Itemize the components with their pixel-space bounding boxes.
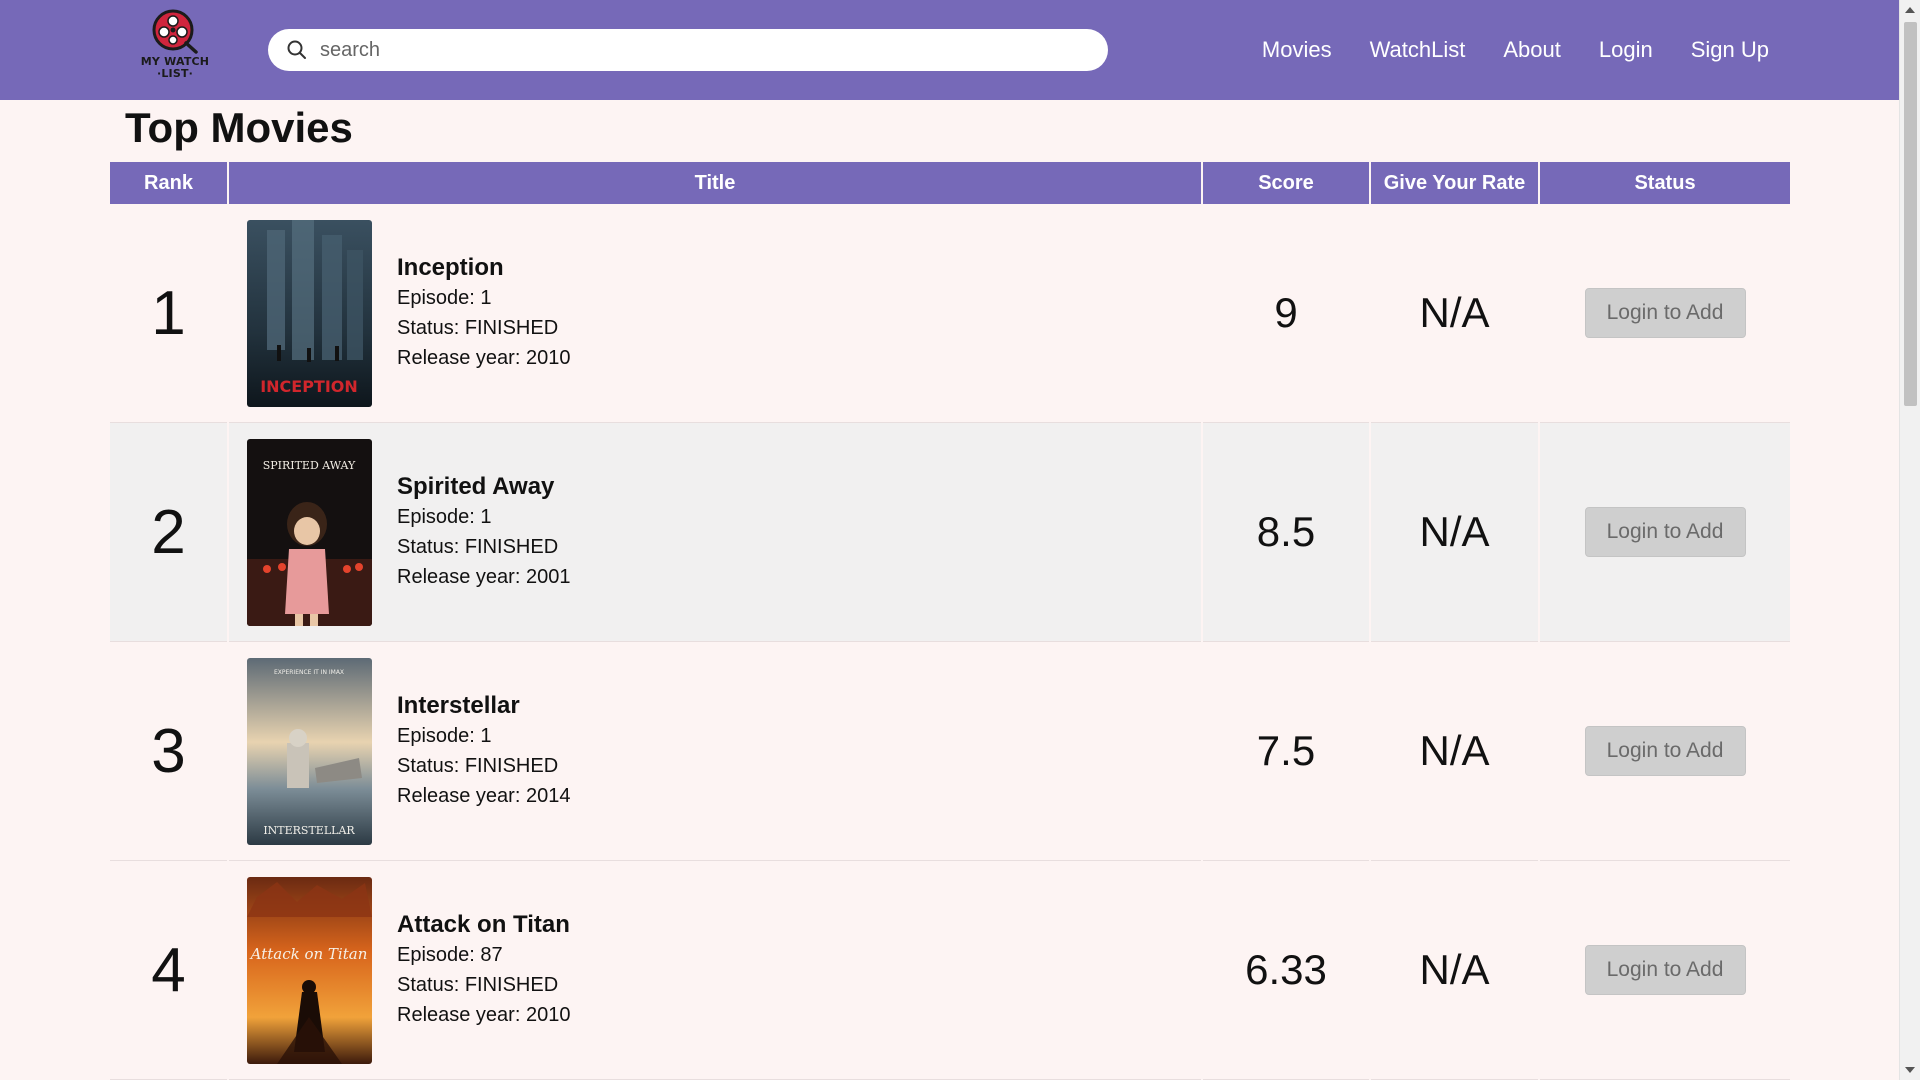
login-to-add-button[interactable]: Login to Add (1584, 726, 1746, 776)
login-to-add-button[interactable]: Login to Add (1584, 288, 1746, 338)
movie-title[interactable]: Attack on Titan (397, 910, 570, 940)
movie-release-year: Release year: 2010 (397, 347, 571, 369)
column-header-rate[interactable]: Give Your Rate (1371, 162, 1538, 204)
movie-episode: Episode: 1 (397, 287, 492, 309)
nav-signup[interactable]: Sign Up (1691, 37, 1769, 63)
movie-release-year: Release year: 2010 (397, 1004, 571, 1026)
rate-cell: N/A (1371, 861, 1538, 1080)
movie-status: Status: FINISHED (397, 974, 559, 996)
nav-login[interactable]: Login (1599, 37, 1653, 63)
nav-about[interactable]: About (1503, 37, 1561, 63)
svg-text:INTERSTELLAR: INTERSTELLAR (263, 824, 355, 837)
rank-cell: 1 (110, 204, 227, 423)
svg-text:INCEPTION: INCEPTION (260, 377, 358, 396)
movie-episode: Episode: 1 (397, 506, 492, 528)
rate-cell: N/A (1371, 642, 1538, 861)
top-navbar: MY WATCH ·LIST· Movies WatchList About L… (0, 0, 1899, 100)
rank-cell: 3 (110, 642, 227, 861)
svg-text:Attack on Titan: Attack on Titan (249, 945, 368, 963)
score-cell: 8.5 (1203, 423, 1369, 642)
status-cell: Login to Add (1540, 423, 1790, 642)
table-row: 2 SPIRITED AWAY Spirited Away Episode: 1… (110, 423, 1790, 642)
rate-cell: N/A (1371, 423, 1538, 642)
rank-cell: 4 (110, 861, 227, 1080)
table-row: 4 Attack on Titan Attack on Titan Episod… (110, 861, 1790, 1080)
logo-text-line2: ·LIST· (156, 67, 194, 80)
movie-release-year: Release year: 2001 (397, 566, 571, 588)
movie-status: Status: FINISHED (397, 755, 559, 777)
status-cell: Login to Add (1540, 204, 1790, 423)
table-row: 1 INCEPTION Inception Episode: 1 Status:… (110, 204, 1790, 423)
status-cell: Login to Add (1540, 642, 1790, 861)
scroll-down-arrow-icon[interactable] (1905, 1067, 1915, 1073)
title-cell: EXPERIENCE IT IN IMAX INTERSTELLAR Inter… (229, 642, 1201, 861)
movie-episode: Episode: 1 (397, 725, 492, 747)
movie-info: Spirited Away Episode: 1 Status: FINISHE… (397, 472, 570, 592)
page-title: Top Movies (125, 104, 353, 151)
column-header-score[interactable]: Score (1203, 162, 1369, 204)
page-scrollbar[interactable] (1899, 0, 1920, 1080)
search-icon (286, 39, 308, 61)
site-logo[interactable]: MY WATCH ·LIST· (132, 8, 218, 84)
score-cell: 6.33 (1203, 861, 1369, 1080)
title-cell: Attack on Titan Attack on Titan Episode:… (229, 861, 1201, 1080)
title-cell: SPIRITED AWAY Spirited Away Episode: 1 S… (229, 423, 1201, 642)
column-header-rank[interactable]: Rank (110, 162, 227, 204)
movie-poster[interactable]: EXPERIENCE IT IN IMAX INTERSTELLAR (247, 657, 372, 845)
nav-watchlist[interactable]: WatchList (1370, 37, 1466, 63)
svg-text:SPIRITED AWAY: SPIRITED AWAY (263, 459, 356, 472)
movie-release-year: Release year: 2014 (397, 785, 571, 807)
scroll-up-arrow-icon[interactable] (1905, 7, 1915, 13)
scroll-thumb[interactable] (1904, 22, 1917, 406)
login-to-add-button[interactable]: Login to Add (1584, 945, 1746, 995)
movie-status: Status: FINISHED (397, 317, 559, 339)
status-cell: Login to Add (1540, 861, 1790, 1080)
movie-poster[interactable]: SPIRITED AWAY (247, 438, 372, 626)
movie-title[interactable]: Interstellar (397, 691, 570, 721)
score-cell: 7.5 (1203, 642, 1369, 861)
movie-status: Status: FINISHED (397, 536, 559, 558)
movie-title[interactable]: Inception (397, 253, 570, 283)
search-input[interactable] (320, 38, 1080, 62)
movie-episode: Episode: 87 (397, 944, 503, 966)
movie-poster[interactable]: Attack on Titan (247, 876, 372, 1064)
logo-text: MY WATCH ·LIST· (141, 56, 209, 80)
column-header-status[interactable]: Status (1540, 162, 1790, 204)
rank-cell: 2 (110, 423, 227, 642)
nav-links: Movies WatchList About Login Sign Up (1262, 0, 1769, 100)
title-cell: INCEPTION Inception Episode: 1 Status: F… (229, 204, 1201, 423)
rate-cell: N/A (1371, 204, 1538, 423)
film-reel-icon (152, 9, 198, 54)
movie-poster[interactable]: INCEPTION (247, 219, 372, 407)
score-cell: 9 (1203, 204, 1369, 423)
column-header-title[interactable]: Title (229, 162, 1201, 204)
nav-movies[interactable]: Movies (1262, 37, 1332, 63)
movie-info: Interstellar Episode: 1 Status: FINISHED… (397, 691, 570, 811)
table-header-row: Rank Title Score Give Your Rate Status (110, 162, 1790, 204)
top-movies-table: Rank Title Score Give Your Rate Status 1 (108, 162, 1792, 1080)
movie-info: Attack on Titan Episode: 87 Status: FINI… (397, 910, 570, 1030)
search-bar[interactable] (268, 29, 1108, 71)
movie-title[interactable]: Spirited Away (397, 472, 570, 502)
login-to-add-button[interactable]: Login to Add (1584, 507, 1746, 557)
table-row: 3 EXPERIENCE IT IN IMAX INTERSTELLAR Int… (110, 642, 1790, 861)
movie-info: Inception Episode: 1 Status: FINISHED Re… (397, 253, 570, 373)
svg-text:EXPERIENCE IT IN IMAX: EXPERIENCE IT IN IMAX (274, 669, 344, 676)
